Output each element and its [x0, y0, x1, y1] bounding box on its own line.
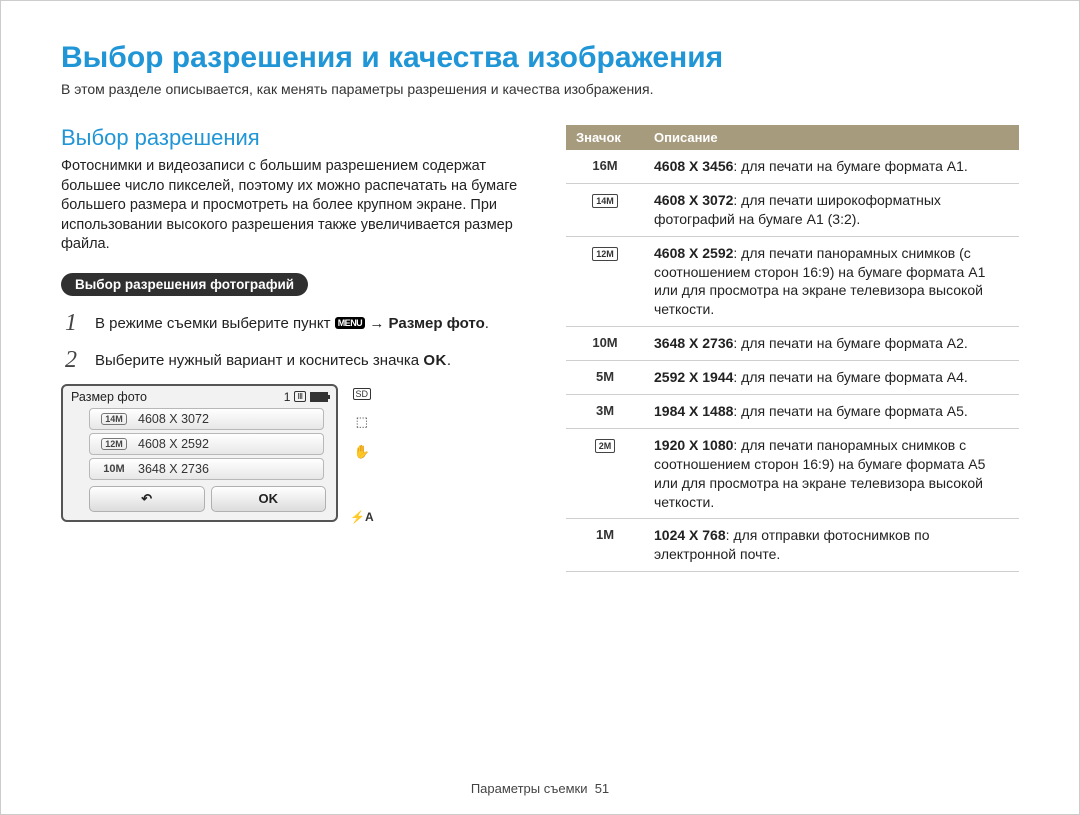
battery-icon	[310, 392, 328, 402]
left-column: Выбор разрешения Фотоснимки и видеозапис…	[61, 125, 536, 572]
page-title: Выбор разрешения и качества изображения	[61, 41, 1019, 75]
row-icon: 2M	[566, 428, 644, 519]
table-row: 5M2592 X 1944: для печати на бумаге форм…	[566, 361, 1019, 395]
table-row: 3M1984 X 1488: для печати на бумаге форм…	[566, 395, 1019, 429]
row-icon: 10M	[566, 327, 644, 361]
section-paragraph: Фотоснимки и видеозаписи с большим разре…	[61, 157, 536, 255]
step-1: 1 В режиме съемки выберите пункт MENU → …	[61, 310, 536, 337]
ok-icon: OK	[423, 352, 447, 369]
lcd-title: Размер фото	[71, 390, 147, 404]
row-icon: 1M	[566, 519, 644, 572]
res-text: 4608 X 2592	[138, 437, 209, 451]
table-row: 14M4608 X 3072: для печати широкоформатн…	[566, 183, 1019, 236]
row-icon: 3M	[566, 395, 644, 429]
right-column: Значок Описание 16M4608 X 3456: для печа…	[566, 125, 1019, 572]
sd-card-icon: SD	[353, 388, 372, 400]
step-text: Выберите нужный вариант и коснитесь знач…	[95, 352, 451, 369]
row-desc: 1024 X 768: для отправки фотоснимков по …	[644, 519, 1019, 572]
sd-icon: Ⅲ	[294, 391, 306, 402]
row-icon: 16M	[566, 150, 644, 183]
table-row: 1M1024 X 768: для отправки фотоснимков п…	[566, 519, 1019, 572]
lcd-statusbar: Размер фото 1 Ⅲ	[63, 386, 336, 408]
step-1-dot: .	[485, 315, 489, 332]
step-number: 1	[61, 310, 81, 337]
step-2: 2 Выберите нужный вариант и коснитесь зн…	[61, 347, 536, 374]
row-desc: 1984 X 1488: для печати на бумаге формат…	[644, 395, 1019, 429]
row-desc: 4608 X 3456: для печати на бумаге формат…	[644, 150, 1019, 183]
camera-side-icons: SD ⬚ ✋ ⚡A	[350, 384, 374, 524]
res-text: 4608 X 3072	[138, 412, 209, 426]
step-text: В режиме съемки выберите пункт MENU → Ра…	[95, 315, 489, 332]
menu-icon: MENU	[335, 317, 366, 329]
page-footer: Параметры съемки 51	[1, 781, 1079, 796]
ois-icon: ✋	[354, 444, 370, 460]
res-icon: 12M	[100, 438, 128, 450]
row-desc: 1920 X 1080: для печати панорамных снимк…	[644, 428, 1019, 519]
step-1-text-a: В режиме съемки выберите пункт	[95, 315, 335, 332]
flash-auto-icon: ⚡A	[350, 510, 374, 524]
frame-icon: ⬚	[356, 414, 368, 430]
lcd-option-row[interactable]: 10M 3648 X 2736	[89, 458, 324, 480]
step-2-dot: .	[447, 352, 451, 369]
lcd-option-row[interactable]: 14M 4608 X 3072	[89, 408, 324, 430]
res-icon: 10M	[100, 463, 128, 475]
row-desc: 4608 X 2592: для печати панорамных снимк…	[644, 236, 1019, 327]
table-row: 16M4608 X 3456: для печати на бумаге фор…	[566, 150, 1019, 183]
resolution-table: Значок Описание 16M4608 X 3456: для печа…	[566, 125, 1019, 572]
intro-text: В этом разделе описывается, как менять п…	[61, 81, 1019, 97]
footer-section: Параметры съемки	[471, 781, 588, 796]
back-button[interactable]: ↶	[89, 486, 205, 512]
step-1-bold: Размер фото	[389, 315, 485, 332]
table-row: 10M3648 X 2736: для печати на бумаге фор…	[566, 327, 1019, 361]
row-desc: 2592 X 1944: для печати на бумаге формат…	[644, 361, 1019, 395]
th-icon: Значок	[566, 125, 644, 150]
lcd-status-right: 1 Ⅲ	[284, 390, 328, 404]
step-1-arrow: →	[365, 315, 388, 332]
row-icon: 12M	[566, 236, 644, 327]
step-2-text-a: Выберите нужный вариант и коснитесь знач…	[95, 352, 423, 369]
step-number: 2	[61, 347, 81, 374]
table-row: 2M1920 X 1080: для печати панорамных сни…	[566, 428, 1019, 519]
row-desc: 3648 X 2736: для печати на бумаге формат…	[644, 327, 1019, 361]
lcd-option-row[interactable]: 12M 4608 X 2592	[89, 433, 324, 455]
section-subtitle: Выбор разрешения	[61, 125, 536, 151]
content-columns: Выбор разрешения Фотоснимки и видеозапис…	[61, 125, 1019, 572]
th-desc: Описание	[644, 125, 1019, 150]
row-icon: 14M	[566, 183, 644, 236]
lcd-count: 1	[284, 390, 291, 404]
table-row: 12M4608 X 2592: для печати панорамных сн…	[566, 236, 1019, 327]
ok-button[interactable]: OK	[211, 486, 327, 512]
lcd-option-list: 14M 4608 X 3072 12M 4608 X 2592 10M 3648…	[89, 408, 324, 480]
steps-list: 1 В режиме съемки выберите пункт MENU → …	[61, 310, 536, 374]
row-desc: 4608 X 3072: для печати широкоформатных …	[644, 183, 1019, 236]
row-icon: 5M	[566, 361, 644, 395]
page-number: 51	[595, 781, 609, 796]
lcd-bottom-bar: ↶ OK	[89, 486, 326, 512]
subsection-pill: Выбор разрешения фотографий	[61, 273, 308, 296]
camera-illustration: Размер фото 1 Ⅲ 14M 4608 X 3072	[61, 384, 536, 524]
page: Выбор разрешения и качества изображения …	[0, 0, 1080, 815]
res-icon: 14M	[100, 413, 128, 425]
res-text: 3648 X 2736	[138, 462, 209, 476]
camera-lcd: Размер фото 1 Ⅲ 14M 4608 X 3072	[61, 384, 338, 522]
